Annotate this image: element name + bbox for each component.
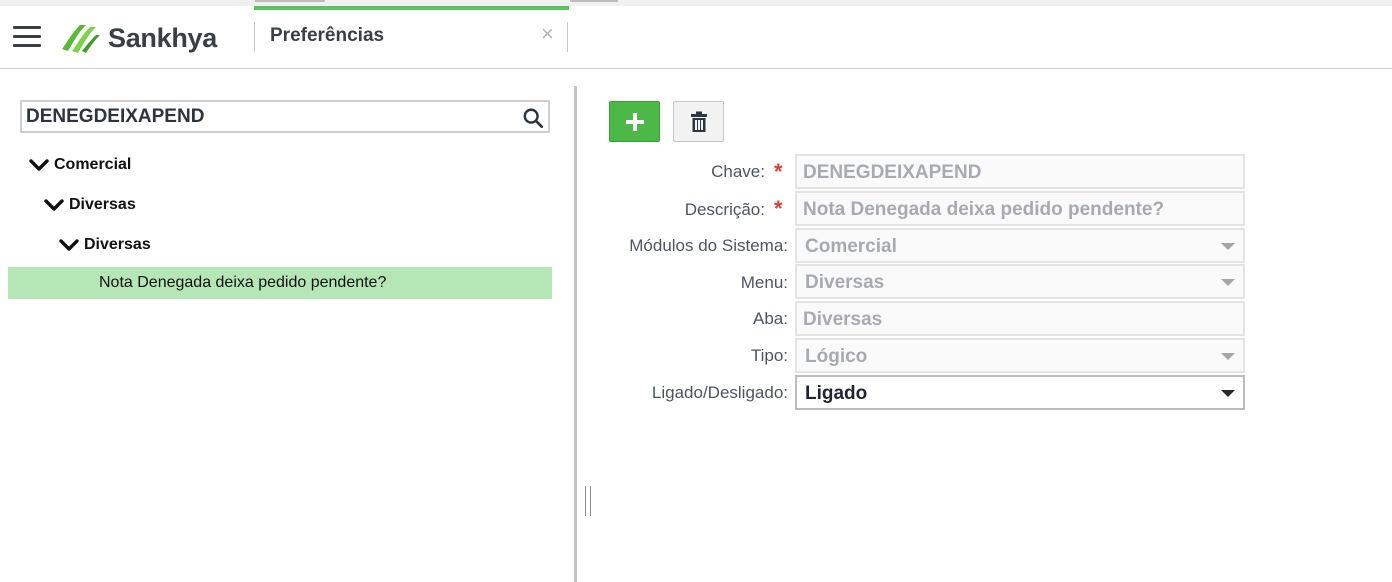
logo-text: Sankhya: [108, 22, 217, 53]
descricao-value: Nota Denegada deixa pedido pendente?: [803, 199, 1165, 220]
tree-node-comercial[interactable]: Comercial: [29, 156, 131, 174]
sankhya-logo-icon: [62, 25, 100, 53]
hamburger-icon[interactable]: [13, 26, 41, 48]
top-strip-segment: [255, 0, 325, 2]
tab-divider: [254, 22, 255, 52]
caret-down-icon: [1221, 390, 1235, 397]
chevron-down-icon: [44, 199, 64, 211]
menu-select[interactable]: Diversas: [795, 264, 1245, 299]
tree-node-label: Comercial: [54, 156, 132, 173]
delete-button[interactable]: [673, 101, 724, 142]
plus-icon: [625, 112, 644, 131]
tipo-select[interactable]: Lógico: [795, 338, 1245, 373]
tab-active-indicator: [254, 6, 569, 10]
tab-preferencias[interactable]: Preferências ×: [254, 6, 569, 68]
tipo-value: Lógico: [805, 346, 868, 367]
search-box: [20, 100, 550, 133]
tab-divider: [567, 22, 568, 52]
chevron-down-icon: [29, 159, 49, 171]
modulos-select[interactable]: Comercial: [795, 228, 1245, 263]
tree-node-diversas-sub[interactable]: Diversas: [59, 236, 151, 254]
panel-splitter[interactable]: [574, 86, 577, 582]
descricao-label: Descrição:: [684, 200, 765, 219]
chevron-down-icon: [59, 239, 79, 251]
menu-label: Menu:: [740, 273, 788, 292]
top-strip-segment: [570, 0, 618, 2]
caret-down-icon: [1221, 243, 1235, 250]
ligado-value: Ligado: [805, 383, 868, 404]
ligado-select[interactable]: Ligado: [795, 375, 1245, 410]
tree-node-label: Diversas: [84, 236, 151, 253]
modulos-value: Comercial: [805, 236, 897, 257]
tipo-label: Tipo:: [750, 346, 788, 365]
splitter-grip[interactable]: [585, 486, 591, 516]
search-input[interactable]: [26, 105, 516, 129]
chave-label: Chave:: [711, 162, 765, 181]
trash-icon: [690, 111, 707, 132]
required-marker: *: [774, 196, 783, 221]
logo[interactable]: Sankhya: [58, 18, 217, 58]
descricao-field[interactable]: Nota Denegada deixa pedido pendente?: [795, 191, 1245, 226]
aba-field[interactable]: Diversas: [795, 301, 1245, 336]
tree-node-label: Diversas: [69, 196, 136, 213]
tab-title: Preferências: [270, 25, 385, 46]
chave-value: DENEGDEIXAPEND: [803, 162, 982, 183]
required-marker: *: [774, 159, 783, 184]
caret-down-icon: [1221, 353, 1235, 360]
aba-label: Aba:: [753, 309, 788, 328]
tree-leaf-selected[interactable]: Nota Denegada deixa pedido pendente?: [8, 267, 552, 299]
ligado-label: Ligado/Desligado:: [651, 383, 788, 402]
chave-field[interactable]: DENEGDEIXAPEND: [795, 154, 1245, 189]
menu-value: Diversas: [805, 272, 885, 293]
aba-value: Diversas: [803, 309, 883, 330]
tree-node-diversas[interactable]: Diversas: [44, 196, 136, 214]
add-button[interactable]: [609, 101, 660, 142]
caret-down-icon: [1221, 279, 1235, 286]
tree-leaf-label: Nota Denegada deixa pedido pendente?: [99, 274, 387, 291]
close-icon[interactable]: ×: [541, 23, 554, 45]
modulos-label: Módulos do Sistema:: [629, 236, 788, 255]
app-header: Sankhya Preferências ×: [0, 6, 1392, 69]
search-icon[interactable]: [522, 107, 544, 129]
